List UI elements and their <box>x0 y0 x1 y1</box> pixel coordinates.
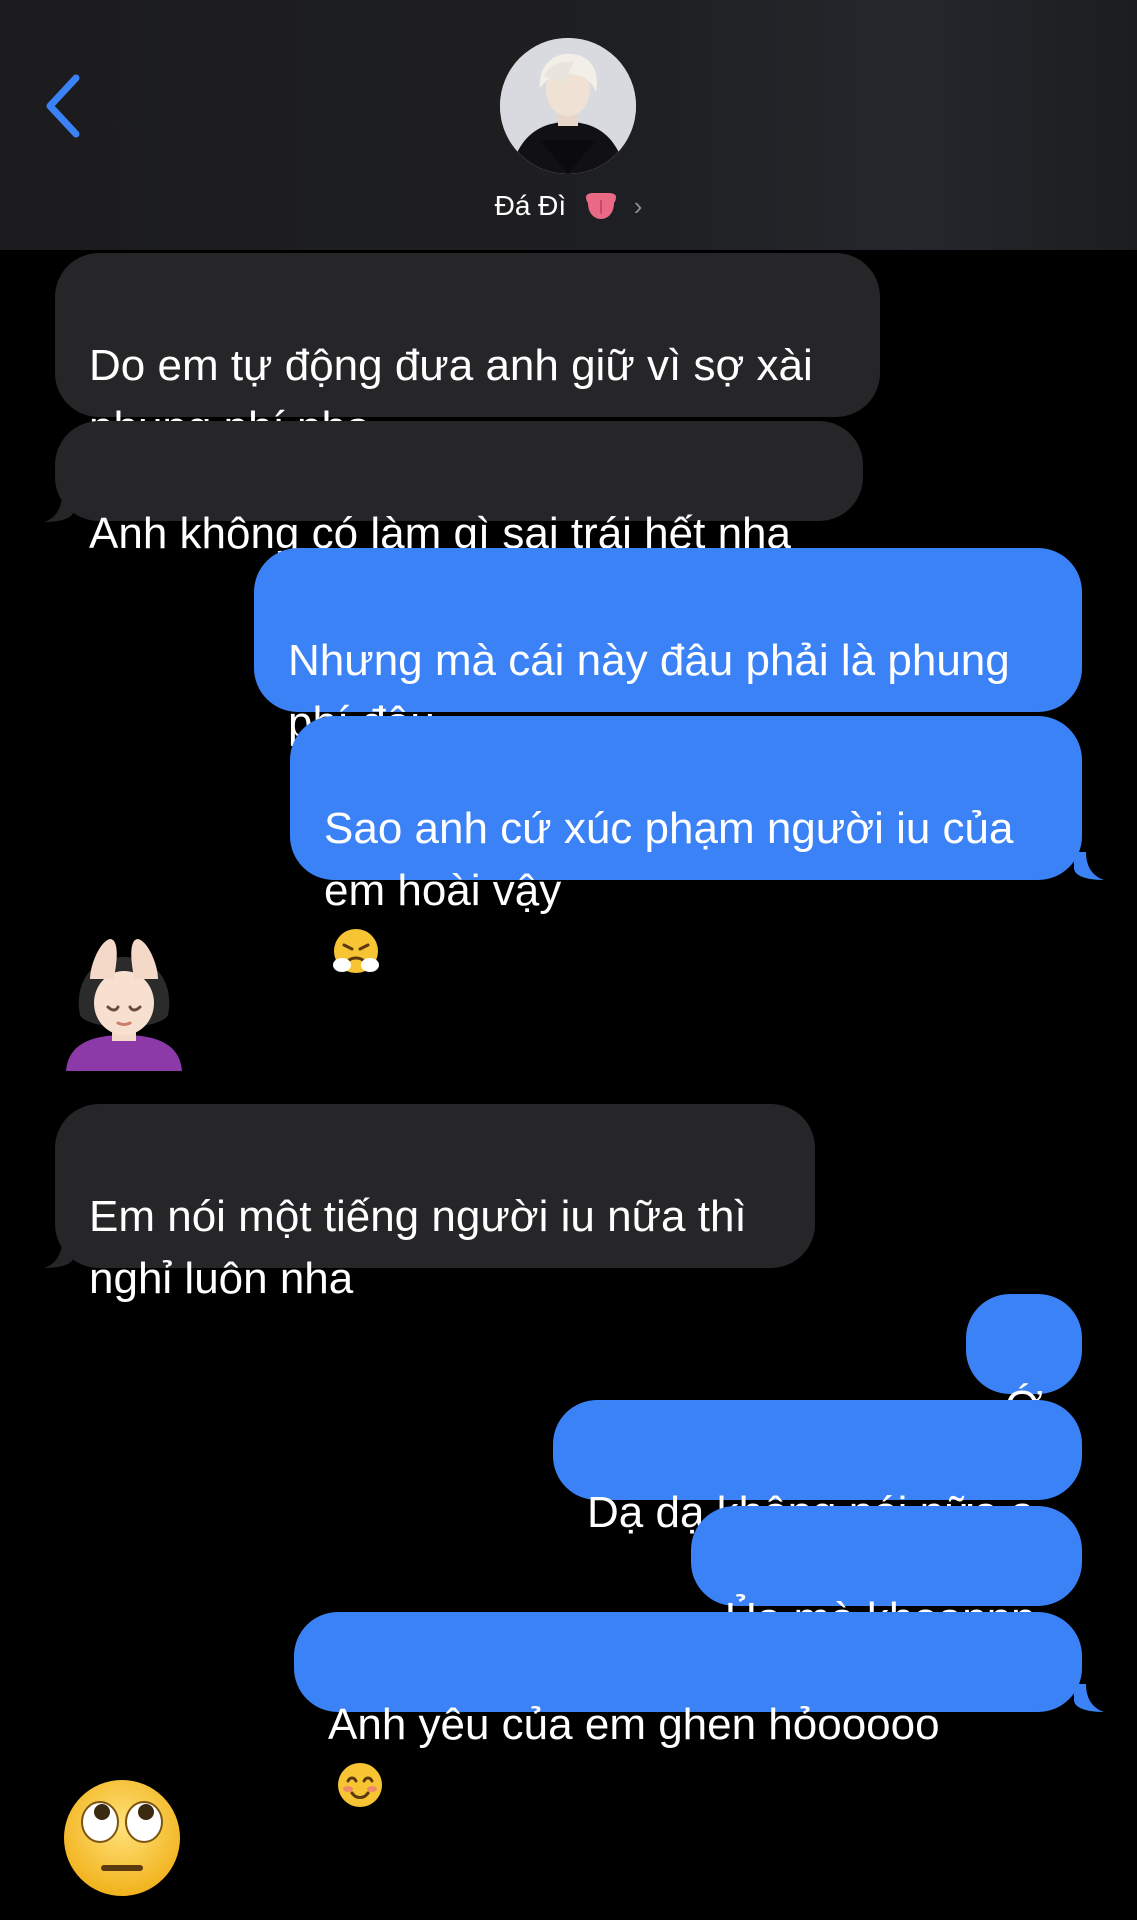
bubble-tail <box>44 494 74 522</box>
bubble-tail <box>44 1240 74 1268</box>
person-getting-massage-emoji[interactable] <box>60 935 188 1071</box>
message-sent[interactable]: Anh yêu của em ghen hỏooooo <box>294 1612 1082 1807</box>
message-sent[interactable]: Dạ dạ không nói nữa ạ <box>553 1400 1082 1537</box>
contact-name-row[interactable]: Đá Đì › <box>0 186 1137 226</box>
message-text: Anh yêu của em ghen hỏooooo <box>328 1700 940 1749</box>
smiling-face-icon <box>338 1763 382 1807</box>
message-received[interactable]: Anh không có làm gì sai trái hết nha <box>55 421 863 558</box>
tongue-emoji-icon <box>585 193 616 219</box>
chevron-left-icon <box>46 74 80 138</box>
chat-header: Đá Đì › <box>0 0 1137 250</box>
avatar-photo <box>500 38 636 174</box>
bubble-tail <box>1074 852 1104 880</box>
message-sent[interactable]: Nhưng mà cái này đâu phải là phung phí đ… <box>254 548 1082 805</box>
back-button[interactable] <box>42 72 92 142</box>
message-received[interactable]: Do em tự động đưa anh giữ vì sợ xài phun… <box>55 253 880 452</box>
message-text: Em nói một tiếng người iu nữa thì nghỉ l… <box>89 1192 747 1303</box>
contact-name: Đá Đì <box>494 190 567 221</box>
face-with-steam-from-nose-icon <box>333 929 379 973</box>
contact-avatar[interactable] <box>500 38 636 174</box>
chevron-right-icon: › <box>633 191 643 221</box>
face-with-rolling-eyes-emoji[interactable] <box>60 1776 184 1900</box>
bubble-tail <box>1074 1684 1104 1712</box>
message-sent[interactable]: Ớ <box>966 1294 1082 1431</box>
message-sent[interactable]: Ủa mà khoannn <box>691 1506 1082 1643</box>
message-text: Sao anh cứ xúc phạm người iu của em hoài… <box>324 804 1014 915</box>
message-received[interactable]: Em nói một tiếng người iu nữa thì nghỉ l… <box>55 1104 815 1303</box>
message-sent[interactable]: Sao anh cứ xúc phạm người iu của em hoài… <box>290 716 1082 973</box>
